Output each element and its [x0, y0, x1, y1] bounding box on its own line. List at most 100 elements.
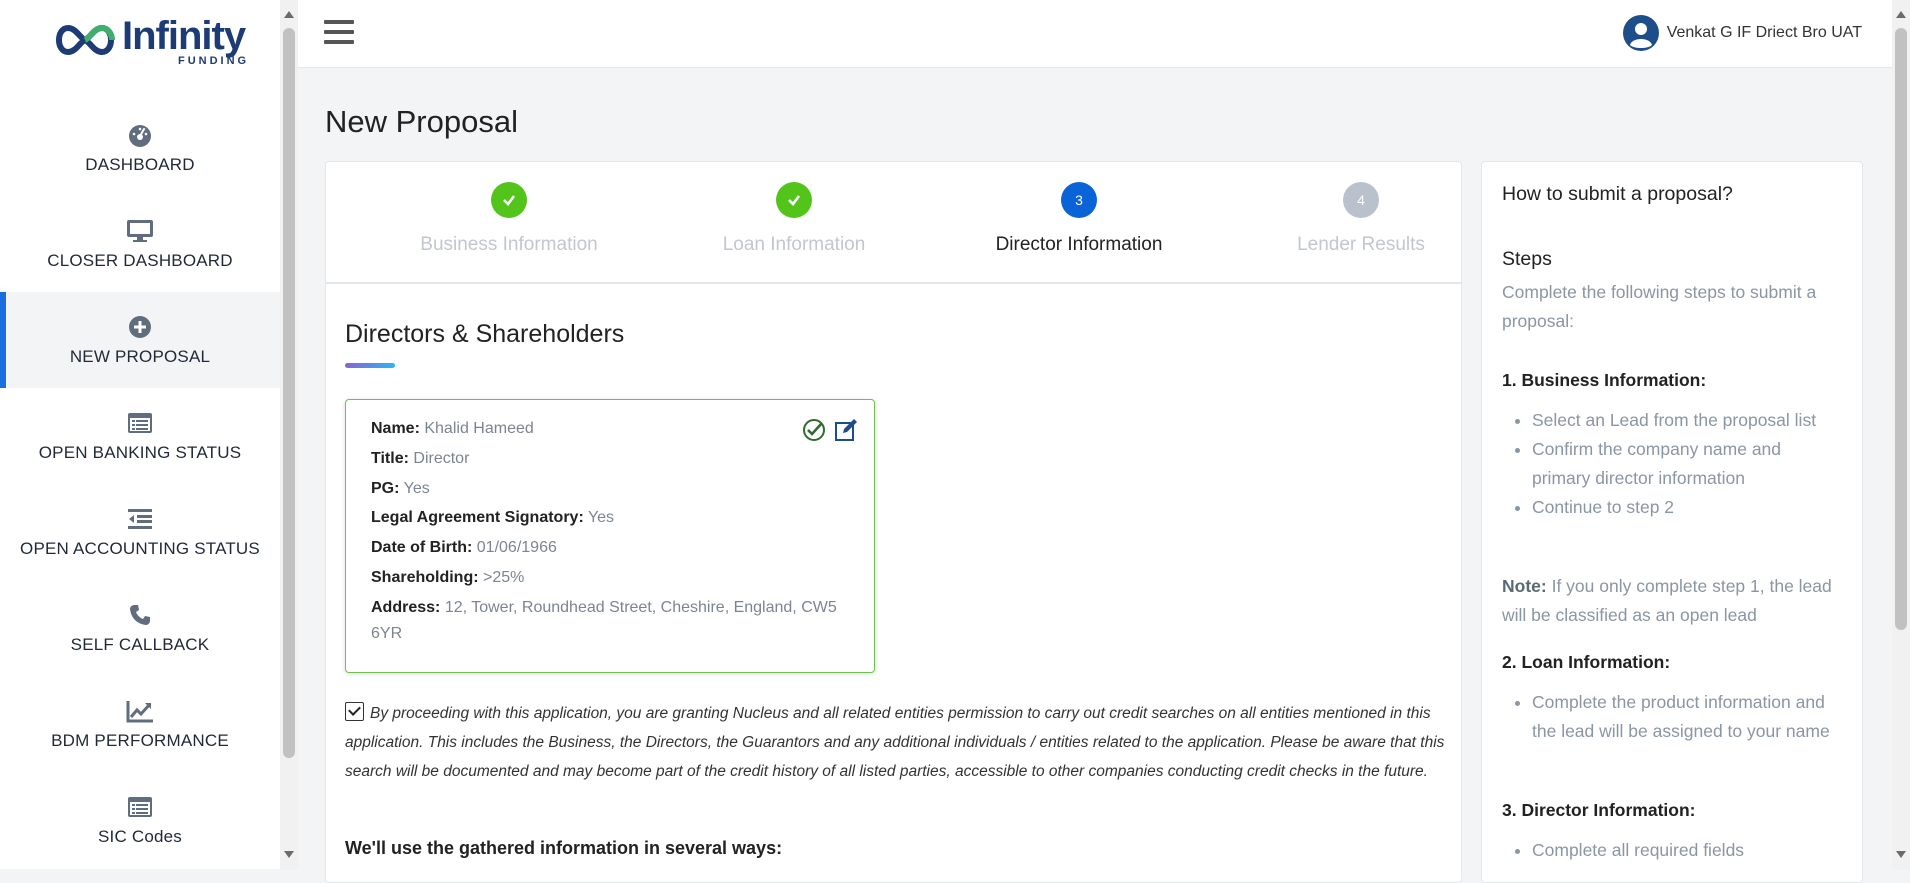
sidebar-item-label: DASHBOARD: [85, 155, 195, 174]
user-avatar-icon: [1623, 16, 1658, 50]
director-signatory-row: Legal Agreement Signatory: Yes: [371, 505, 861, 531]
note-label: Note:: [1502, 576, 1547, 596]
step-business-information[interactable]: Business Information: [379, 182, 639, 256]
sidebar-item-closer-dashboard[interactable]: CLOSER DASHBOARD: [0, 196, 280, 292]
sidebar-item-label: CLOSER DASHBOARD: [47, 251, 233, 270]
step-label: Loan Information: [722, 234, 866, 255]
sidebar-item-self-callback[interactable]: SELF CALLBACK: [0, 580, 280, 676]
step-number: 3: [1061, 182, 1097, 218]
step-loan-information[interactable]: Loan Information: [664, 182, 924, 256]
step-label: Director Information: [995, 234, 1163, 255]
sidebar-item-sic-codes[interactable]: SIC Codes: [0, 772, 280, 868]
help-title: How to submit a proposal?: [1502, 183, 1733, 205]
help-section-3-list: Complete all required fields: [1502, 836, 1842, 865]
sidebar-item-open-banking-status[interactable]: OPEN BANKING STATUS: [0, 388, 280, 484]
credit-search-consent: By proceeding with this application, you…: [345, 699, 1445, 786]
step-lender-results[interactable]: 4 Lender Results: [1231, 182, 1491, 256]
sidebar-item-dashboard[interactable]: DASHBOARD: [0, 100, 280, 196]
director-pg: Yes: [403, 480, 430, 497]
help-section-1: 1. Business Information:: [1502, 370, 1707, 390]
sidebar-scroll-thumb[interactable]: [283, 28, 295, 758]
scroll-up-arrow-icon[interactable]: [1896, 11, 1906, 18]
sidebar-item-open-accounting-status[interactable]: OPEN ACCOUNTING STATUS: [0, 484, 280, 580]
step-label: Business Information: [420, 234, 598, 255]
sidebar-item-label: NEW PROPOSAL: [69, 347, 211, 366]
field-label: Name:: [371, 420, 420, 437]
page-title: New Proposal: [325, 104, 518, 139]
scroll-up-arrow-icon[interactable]: [284, 11, 294, 18]
ways-heading: We'll use the gathered information in se…: [345, 838, 783, 858]
dashboard-gauge-icon: [126, 121, 154, 149]
list-window-icon: [126, 409, 154, 437]
director-shareholding: >25%: [483, 569, 525, 586]
sidebar-item-label: BDM PERFORMANCE: [51, 731, 229, 750]
topbar: Venkat G IF Driect Bro UAT: [298, 0, 1892, 68]
logo-sub-text: FUNDING: [178, 55, 250, 67]
step-director-information[interactable]: 3 Director Information: [949, 182, 1209, 256]
help-section-3: 3. Director Information:: [1502, 800, 1696, 820]
sidebar-item-new-proposal[interactable]: NEW PROPOSAL: [0, 292, 280, 388]
director-card: Name: Khalid Hameed Title: Director PG: …: [345, 399, 875, 673]
sidebar: Infinity FUNDING DASHBOARD CLOSER DASHBO…: [0, 0, 280, 869]
hamburger-menu-icon[interactable]: [324, 20, 354, 46]
director-title-row: Title: Director: [371, 446, 861, 472]
director-dob-row: Date of Birth: 01/06/1966: [371, 535, 861, 561]
scroll-down-arrow-icon[interactable]: [284, 851, 294, 858]
director-pg-row: PG: Yes: [371, 476, 861, 502]
stepper: Business Information Loan Information 3 …: [326, 162, 1461, 284]
help-steps-heading: Steps: [1502, 248, 1552, 270]
line-chart-icon: [126, 697, 154, 725]
avatar[interactable]: [1622, 15, 1659, 51]
note-text: If you only complete step 1, the lead wi…: [1502, 576, 1832, 625]
infinity-funding-logo[interactable]: Infinity FUNDING: [50, 14, 250, 70]
consent-text: By proceeding with this application, you…: [345, 705, 1445, 780]
list-item: Confirm the company name and primary dir…: [1532, 435, 1842, 493]
phone-icon: [126, 601, 154, 629]
director-address: 12, Tower, Roundhead Street, Cheshire, E…: [371, 599, 837, 642]
sidebar-nav: DASHBOARD CLOSER DASHBOARD NEW PROPOSAL …: [0, 100, 280, 868]
monitor-icon: [126, 217, 154, 245]
help-section-1-list: Select an Lead from the proposal list Co…: [1502, 406, 1842, 522]
director-address-row: Address: 12, Tower, Roundhead Street, Ch…: [371, 595, 861, 647]
sidebar-item-label: OPEN BANKING STATUS: [38, 443, 242, 462]
section-underline: [345, 363, 395, 368]
step-done-check-icon: [776, 182, 812, 218]
director-dob: 01/06/1966: [476, 539, 557, 556]
field-label: Address:: [371, 599, 441, 616]
scroll-down-arrow-icon[interactable]: [1896, 851, 1906, 858]
list-window-icon: [126, 793, 154, 821]
plus-circle-icon: [126, 313, 154, 341]
infinity-logo-icon: [56, 24, 115, 56]
list-item: Complete all required fields: [1532, 836, 1842, 865]
field-label: PG:: [371, 480, 400, 497]
page-scrollbar[interactable]: [1892, 0, 1910, 869]
proposal-card: Business Information Loan Information 3 …: [325, 161, 1462, 883]
sidebar-item-label: SIC Codes: [97, 827, 182, 846]
user-name: Venkat G IF Driect Bro UAT: [1666, 24, 1862, 41]
field-label: Date of Birth:: [371, 539, 473, 556]
help-card: How to submit a proposal? Steps Complete…: [1481, 161, 1863, 883]
step-done-check-icon: [491, 182, 527, 218]
indent-list-icon: [126, 505, 154, 533]
sidebar-item-label: SELF CALLBACK: [70, 635, 210, 654]
sidebar-scrollbar[interactable]: [280, 0, 298, 869]
field-label: Shareholding:: [371, 569, 479, 586]
sidebar-item-bdm-performance[interactable]: BDM PERFORMANCE: [0, 676, 280, 772]
logo-brand-text: Infinity: [122, 14, 246, 58]
consent-checkbox[interactable]: [345, 702, 364, 721]
help-note: Note: If you only complete step 1, the l…: [1502, 572, 1842, 630]
director-title: Director: [413, 450, 470, 467]
step-number: 4: [1343, 182, 1379, 218]
director-shareholding-row: Shareholding: >25%: [371, 565, 861, 591]
user-menu[interactable]: Venkat G IF Driect Bro UAT: [1622, 15, 1862, 51]
field-label: Legal Agreement Signatory:: [371, 509, 584, 526]
step-label: Lender Results: [1297, 234, 1425, 255]
page-scroll-thumb[interactable]: [1895, 28, 1907, 630]
section-title: Directors & Shareholders: [345, 320, 625, 348]
help-section-2-list: Complete the product information and the…: [1502, 688, 1842, 746]
field-label: Title:: [371, 450, 409, 467]
director-name-row: Name: Khalid Hameed: [371, 416, 861, 442]
director-name: Khalid Hameed: [424, 420, 534, 437]
sidebar-item-label: OPEN ACCOUNTING STATUS: [20, 539, 260, 558]
director-signatory: Yes: [587, 509, 615, 526]
